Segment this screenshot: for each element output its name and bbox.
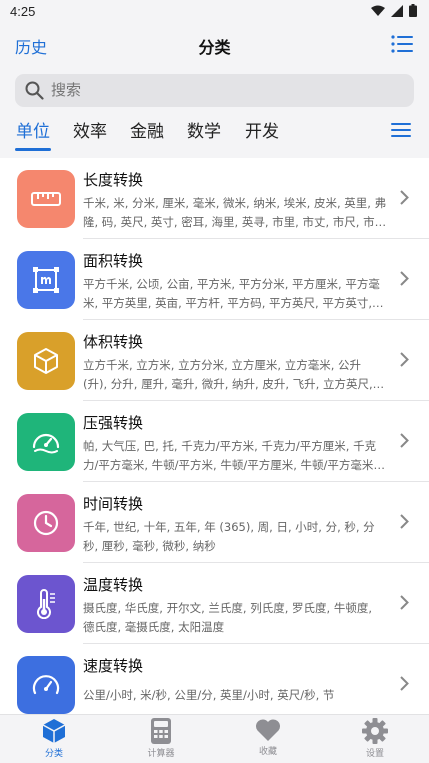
item-description: 帕, 大气压, 巴, 托, 千克力/平方米, 千克力/平方厘米, 千克力/平方毫… xyxy=(83,439,378,472)
list-item-time[interactable]: 时间转换 千年, 世纪, 十年, 五年, 年 (365), 周, 日, 小时, … xyxy=(0,482,429,563)
nav-label: 计算器 xyxy=(147,749,175,759)
gear-icon xyxy=(362,718,388,744)
chevron-right-icon xyxy=(400,190,409,205)
item-title: 面积转换 xyxy=(83,252,144,270)
tab-math[interactable]: 数学 xyxy=(187,117,221,142)
page-title: 分类 xyxy=(198,38,231,57)
item-title: 速度转换 xyxy=(83,657,144,675)
item-description: 公里/小时, 米/秒, 公里/分, 英里/小时, 英尺/秒, 节 xyxy=(83,688,335,702)
thermometer-icon xyxy=(37,589,55,619)
status-icons xyxy=(371,4,417,17)
item-description: 立方千米, 立方米, 立方分米, 立方厘米, 立方毫米, 公升 (升), 分升,… xyxy=(83,358,373,391)
area-icon xyxy=(33,267,59,293)
cube-icon xyxy=(42,719,66,743)
nav-categories[interactable]: 分类 xyxy=(14,718,94,759)
nav-settings[interactable]: 设置 xyxy=(335,718,415,759)
tab-units[interactable]: 单位 xyxy=(16,117,50,142)
nav-label: 分类 xyxy=(44,749,63,759)
chevron-right-icon xyxy=(400,271,409,286)
item-title: 长度转换 xyxy=(83,171,144,189)
tile-time xyxy=(17,494,75,552)
item-title: 压强转换 xyxy=(83,414,144,432)
tile-pressure xyxy=(17,413,75,471)
nav-label: 设置 xyxy=(365,749,384,759)
category-tabs: 单位 效率 金融 数学 开发 xyxy=(0,112,429,152)
speedometer-icon xyxy=(32,675,60,695)
tile-speed xyxy=(17,656,75,714)
search-input[interactable] xyxy=(51,81,391,99)
cube-icon xyxy=(34,348,58,374)
list-item-length[interactable]: 长度转换 千米, 米, 分米, 厘米, 毫米, 微米, 纳米, 埃米, 皮米, … xyxy=(0,158,429,239)
gauge-icon xyxy=(32,433,60,454)
menu-icon[interactable] xyxy=(391,122,411,138)
nav-label: 收藏 xyxy=(258,747,277,757)
tab-finance[interactable]: 金融 xyxy=(130,117,164,142)
chevron-right-icon xyxy=(400,433,409,448)
list-item-volume[interactable]: 体积转换 立方千米, 立方米, 立方分米, 立方厘米, 立方毫米, 公升 (升)… xyxy=(0,320,429,401)
item-description: 摄氏度, 华氏度, 开尔文, 兰氏度, 列氏度, 罗氏度, 牛顿度, 德氏度, … xyxy=(83,601,373,634)
item-description: 平方千米, 公顷, 公亩, 平方米, 平方分米, 平方厘米, 平方毫米, 平方英… xyxy=(83,277,380,310)
chevron-right-icon xyxy=(400,676,409,691)
item-title: 体积转换 xyxy=(83,333,144,351)
item-title: 温度转换 xyxy=(83,576,144,594)
item-title: 时间转换 xyxy=(83,495,144,513)
tile-area xyxy=(17,251,75,309)
heart-icon xyxy=(255,719,281,741)
search-icon xyxy=(25,81,44,100)
status-time: 4:25 xyxy=(10,4,36,19)
clock-icon xyxy=(33,510,59,536)
tile-length xyxy=(17,170,75,228)
tab-efficiency[interactable]: 效率 xyxy=(73,117,107,142)
list-item-temperature[interactable]: 温度转换 摄氏度, 华氏度, 开尔文, 兰氏度, 列氏度, 罗氏度, 牛顿度, … xyxy=(0,563,429,644)
search-bar[interactable] xyxy=(15,74,414,107)
ruler-icon xyxy=(31,192,61,206)
tab-indicator xyxy=(15,148,51,151)
calculator-icon xyxy=(151,718,171,744)
converter-list: 长度转换 千米, 米, 分米, 厘米, 毫米, 微米, 纳米, 埃米, 皮米, … xyxy=(0,158,429,714)
signal-icon xyxy=(391,4,403,17)
chevron-right-icon xyxy=(400,595,409,610)
list-item-pressure[interactable]: 压强转换 帕, 大气压, 巴, 托, 千克力/平方米, 千克力/平方厘米, 千克… xyxy=(0,401,429,482)
status-bar: 4:25 xyxy=(0,0,429,24)
tab-development[interactable]: 开发 xyxy=(245,117,279,142)
list-item-speed[interactable]: 速度转换 公里/小时, 米/秒, 公里/分, 英里/小时, 英尺/秒, 节 xyxy=(0,644,429,714)
nav-favorites[interactable]: 收藏 xyxy=(228,718,308,757)
bottom-nav: 分类 计算器 收藏 设置 xyxy=(0,714,429,763)
list-view-icon[interactable] xyxy=(391,34,413,54)
item-description: 千米, 米, 分米, 厘米, 毫米, 微米, 纳米, 埃米, 皮米, 英里, 弗… xyxy=(83,196,387,229)
chevron-right-icon xyxy=(400,352,409,367)
wifi-icon xyxy=(371,5,385,16)
tile-volume xyxy=(17,332,75,390)
app-bar: 历史 分类 xyxy=(0,24,429,68)
item-description: 千年, 世纪, 十年, 五年, 年 (365), 周, 日, 小时, 分, 秒,… xyxy=(83,520,375,553)
battery-icon xyxy=(409,4,417,17)
list-item-area[interactable]: 面积转换 平方千米, 公顷, 公亩, 平方米, 平方分米, 平方厘米, 平方毫米… xyxy=(0,239,429,320)
chevron-right-icon xyxy=(400,514,409,529)
nav-calculator[interactable]: 计算器 xyxy=(121,718,201,759)
tile-temperature xyxy=(17,575,75,633)
